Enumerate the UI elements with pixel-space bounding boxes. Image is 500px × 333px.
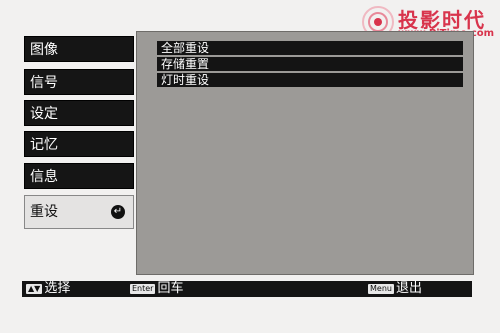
menu-item-memory[interactable]: 记忆 xyxy=(24,131,134,157)
menu-item-label: 信息 xyxy=(30,169,58,185)
menu-item-label: 设定 xyxy=(30,106,58,122)
menu-item-label: 图像 xyxy=(30,42,58,58)
menu-item-settings[interactable]: 设定 xyxy=(24,100,134,126)
hint-enter: Enter 回车 xyxy=(130,281,184,297)
menu-item-info[interactable]: 信息 xyxy=(24,163,134,189)
key-hint-bar: ▲▼ 选择 Enter 回车 Menu 退出 xyxy=(22,281,472,297)
hint-enter-label: 回车 xyxy=(157,281,184,296)
menu-item-label: 信号 xyxy=(30,75,58,91)
up-down-arrow-icon: ▲▼ xyxy=(26,284,43,294)
hint-menu-label: 退出 xyxy=(395,281,422,296)
menu-item-signal[interactable]: 信号 xyxy=(24,69,134,95)
menu-item-label: 重设 xyxy=(30,204,58,220)
submenu-item-reset-all[interactable]: 全部重设 xyxy=(157,41,463,55)
menu-item-reset[interactable]: 重设 ↵ xyxy=(24,195,134,229)
menu-item-label: 记忆 xyxy=(30,137,58,153)
hint-select: ▲▼ 选择 xyxy=(26,281,70,297)
submenu-item-label: 存储重置 xyxy=(161,57,210,71)
submenu-item-label: 全部重设 xyxy=(161,41,210,55)
hint-menu: Menu 退出 xyxy=(368,281,422,297)
enter-icon: ↵ xyxy=(111,205,125,219)
submenu-item-label: 灯时重设 xyxy=(161,73,210,87)
enter-key-icon: Enter xyxy=(130,284,156,294)
submenu-item-memory-reset[interactable]: 存储重置 xyxy=(157,57,463,71)
menu-item-image[interactable]: 图像 xyxy=(24,36,134,62)
submenu-item-lamp-hours-reset[interactable]: 灯时重设 xyxy=(157,73,463,87)
menu-key-icon: Menu xyxy=(368,284,394,294)
hint-select-label: 选择 xyxy=(44,281,71,296)
reset-submenu-panel: 全部重设 存储重置 灯时重设 xyxy=(136,31,474,275)
